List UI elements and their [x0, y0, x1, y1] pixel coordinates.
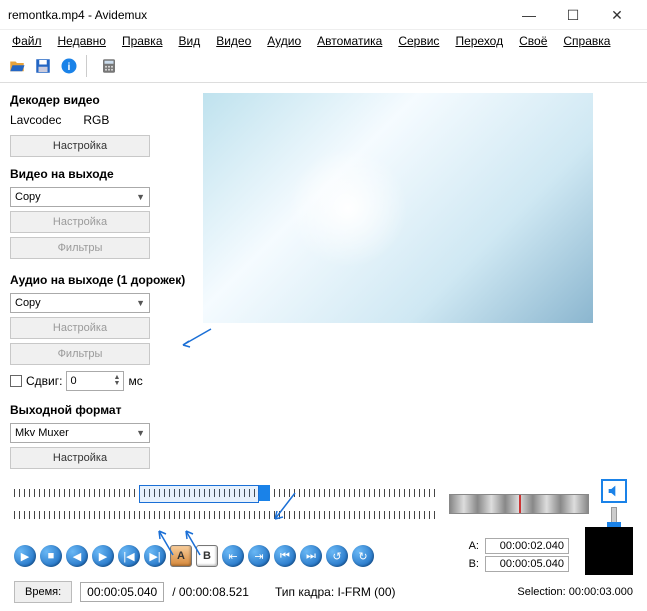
audio-out-filters-button[interactable]: Фильтры	[10, 343, 150, 365]
selection-range[interactable]	[139, 485, 259, 503]
shift-label: Сдвиг:	[26, 374, 62, 388]
thumbnail-preview	[585, 527, 633, 575]
shift-checkbox[interactable]	[10, 375, 22, 387]
marker-readout: A: 00:00:02.040 B: 00:00:05.040	[469, 538, 569, 574]
video-out-configure-button[interactable]: Настройка	[10, 211, 150, 233]
audio-out-value: Copy	[15, 297, 41, 309]
decoder-colorspace: RGB	[83, 113, 109, 127]
decoder-header: Декодер видео	[10, 93, 195, 107]
frame-type: Тип кадра: I-FRM (00)	[275, 585, 396, 599]
audio-out-configure-button[interactable]: Настройка	[10, 317, 150, 339]
next-frame-button[interactable]: ▶	[92, 545, 114, 567]
video-out-filters-button[interactable]: Фильтры	[10, 237, 150, 259]
save-icon[interactable]	[32, 55, 54, 77]
shift-unit: мс	[128, 374, 142, 388]
menu-tools[interactable]: Сервис	[392, 32, 445, 50]
output-format-header: Выходной формат	[10, 403, 195, 417]
output-format-value: Mkv Muxer	[15, 427, 69, 439]
play-button[interactable]: ▶	[14, 545, 36, 567]
jog-wheel[interactable]	[449, 494, 589, 514]
open-icon[interactable]	[6, 55, 28, 77]
close-button[interactable]: ✕	[595, 1, 639, 29]
menu-help[interactable]: Справка	[557, 32, 616, 50]
video-out-header: Видео на выходе	[10, 167, 195, 181]
output-format-configure-button[interactable]: Настройка	[10, 447, 150, 469]
svg-text:i: i	[68, 61, 71, 73]
menubar: Файл Недавно Правка Вид Видео Аудио Авто…	[0, 30, 647, 52]
window-title: remontka.mp4 - Avidemux	[8, 8, 507, 22]
time-total: / 00:00:08.521	[172, 585, 249, 599]
menu-go[interactable]: Переход	[449, 32, 509, 50]
video-out-value: Copy	[15, 191, 41, 203]
goto-start-button[interactable]: ↺	[326, 545, 348, 567]
timeline-ruler-top[interactable]	[14, 489, 437, 497]
maximize-button[interactable]: ☐	[551, 1, 595, 29]
selection-length: Selection: 00:00:03.000	[517, 586, 633, 598]
decoder-configure-button[interactable]: Настройка	[10, 135, 150, 157]
left-panel: Декодер видео Lavcodec RGB Настройка Вид…	[10, 89, 195, 473]
menu-audio[interactable]: Аудио	[261, 32, 307, 50]
marker-b-label: B:	[469, 558, 479, 570]
set-marker-b-button[interactable]: B	[196, 545, 218, 567]
marker-b-value: 00:00:05.040	[485, 556, 569, 572]
volume-icon[interactable]	[601, 479, 627, 503]
playhead[interactable]	[259, 485, 270, 501]
next-cut-button[interactable]: ⇥	[248, 545, 270, 567]
menu-auto[interactable]: Автоматика	[311, 32, 388, 50]
video-preview	[203, 93, 593, 323]
decoder-codec: Lavcodec	[10, 113, 61, 127]
video-out-select[interactable]: Copy▼	[10, 187, 150, 207]
info-icon[interactable]: i	[58, 55, 80, 77]
marker-a-value: 00:00:02.040	[485, 538, 569, 554]
calculator-icon[interactable]	[98, 55, 120, 77]
prev-keyframe-button[interactable]: |◀	[118, 545, 140, 567]
stop-button[interactable]: ■	[40, 545, 62, 567]
toolbar: i	[0, 52, 647, 83]
menu-view[interactable]: Вид	[173, 32, 207, 50]
goto-end-button[interactable]: ↻	[352, 545, 374, 567]
menu-edit[interactable]: Правка	[116, 32, 169, 50]
timeline-area	[0, 473, 647, 529]
menu-custom[interactable]: Своё	[513, 32, 553, 50]
audio-out-header: Аудио на выходе (1 дорожек)	[10, 273, 195, 287]
next-keyframe-button[interactable]: ▶|	[144, 545, 166, 567]
time-button[interactable]: Время:	[14, 581, 72, 603]
prev-cut-button[interactable]: ⇤	[222, 545, 244, 567]
timeline-ruler-bottom[interactable]	[14, 511, 437, 519]
menu-video[interactable]: Видео	[210, 32, 257, 50]
set-marker-a-button[interactable]: A	[170, 545, 192, 567]
preview-panel	[195, 89, 637, 473]
minimize-button[interactable]: —	[507, 1, 551, 29]
prev-black-button[interactable]: ⏮	[274, 545, 296, 567]
output-format-select[interactable]: Mkv Muxer▼	[10, 423, 150, 443]
marker-a-label: A:	[469, 540, 479, 552]
audio-out-select[interactable]: Copy▼	[10, 293, 150, 313]
menu-file[interactable]: Файл	[6, 32, 48, 50]
volume-slider[interactable]	[611, 507, 617, 529]
time-current[interactable]: 00:00:05.040	[80, 582, 164, 602]
prev-frame-button[interactable]: ◀	[66, 545, 88, 567]
menu-recent[interactable]: Недавно	[52, 32, 112, 50]
next-black-button[interactable]: ⏭	[300, 545, 322, 567]
shift-input[interactable]: 0 ▲▼	[66, 371, 124, 391]
